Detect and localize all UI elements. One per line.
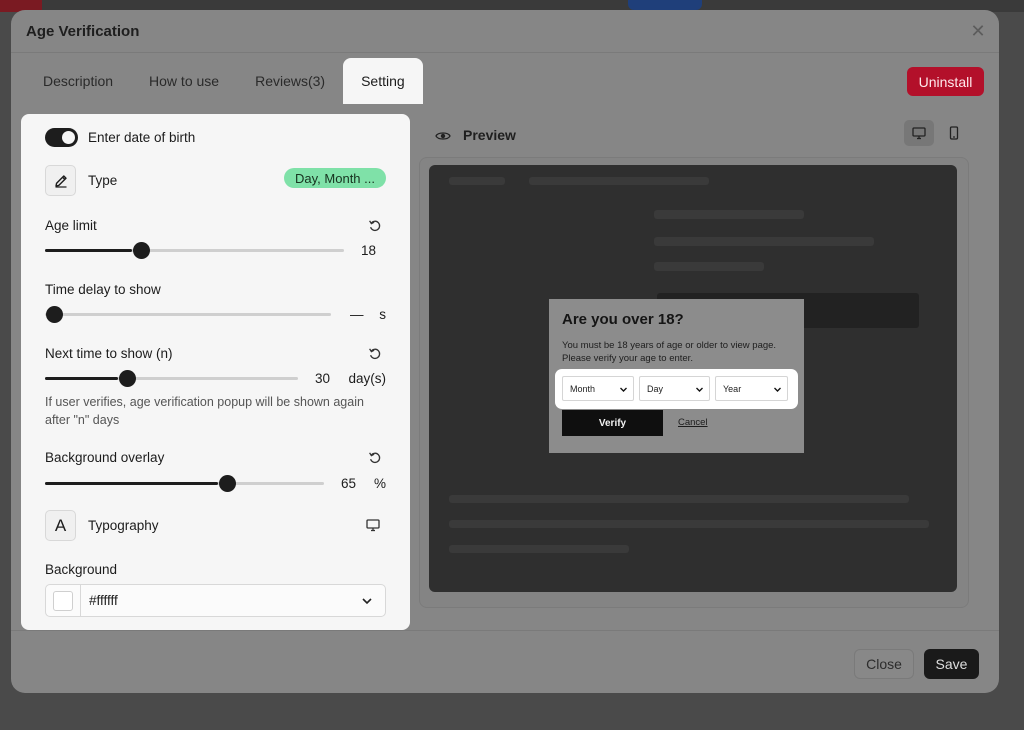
background-blue-button — [628, 0, 702, 10]
modal-header: Age Verification ✕ — [11, 10, 999, 52]
preview-canvas: Are you over 18? You must be 18 years of… — [429, 165, 957, 592]
ghost-text — [654, 210, 804, 219]
slider-fill — [45, 482, 218, 485]
reset-icon[interactable] — [368, 451, 382, 465]
slider-fill — [45, 249, 132, 252]
save-button[interactable]: Save — [924, 649, 979, 679]
time-delay-slider[interactable] — [45, 306, 331, 323]
month-select[interactable]: Month — [562, 376, 634, 401]
time-delay-label: Time delay to show — [45, 282, 161, 297]
reset-icon[interactable] — [368, 219, 382, 233]
type-label: Type — [88, 173, 118, 188]
ghost-text — [449, 495, 909, 503]
age-limit-label: Age limit — [45, 218, 97, 233]
tab-how-to-use[interactable]: How to use — [131, 58, 237, 104]
reset-icon[interactable] — [368, 347, 382, 361]
pencil-icon[interactable] — [45, 165, 76, 196]
overlay-slider[interactable] — [45, 475, 324, 492]
next-time-help-text: If user verifies, age verification popup… — [45, 395, 364, 427]
desktop-icon[interactable] — [366, 518, 380, 532]
slider-thumb[interactable] — [132, 242, 150, 259]
typography-setting: A Typography — [45, 510, 386, 541]
overlay-value: 65 — [341, 476, 357, 491]
background-label: Background — [45, 562, 118, 577]
overlay-unit: % — [373, 476, 386, 491]
header-divider — [11, 52, 999, 53]
background-setting: Background #ffffff — [45, 562, 386, 622]
time-delay-setting: Time delay to show — s — [45, 282, 386, 327]
ghost-text — [449, 177, 505, 185]
next-time-setting: Next time to show (n) 30 day(s) If user … — [45, 346, 386, 431]
tab-description[interactable]: Description — [25, 58, 131, 104]
time-delay-value: — — [350, 307, 364, 322]
day-select-label: Day — [647, 384, 664, 394]
verify-button[interactable]: Verify — [562, 410, 663, 436]
swatch-divider — [80, 585, 81, 616]
type-setting: Type Day, Month ... — [45, 165, 386, 196]
day-select[interactable]: Day — [639, 376, 710, 401]
color-swatch[interactable] — [53, 591, 73, 611]
typography-label: Typography — [88, 518, 159, 533]
typography-glyph: A — [54, 515, 67, 535]
modal-title: Age Verification — [26, 23, 140, 40]
age-limit-slider[interactable] — [45, 242, 344, 259]
next-time-unit: day(s) — [348, 371, 386, 386]
background-color-select[interactable]: #ffffff — [45, 584, 386, 617]
chevron-down-icon — [620, 387, 627, 392]
overlay-setting: Background overlay 65 % — [45, 450, 386, 495]
overlay-label: Background overlay — [45, 450, 165, 465]
age-popup: Are you over 18? You must be 18 years of… — [549, 299, 804, 453]
dob-label: Enter date of birth — [88, 130, 196, 145]
slider-fill — [45, 377, 119, 380]
popup-description: You must be 18 years of age or older to … — [562, 340, 777, 364]
preview-label: Preview — [463, 127, 516, 143]
slider-thumb[interactable] — [46, 306, 63, 323]
next-time-value: 30 — [315, 371, 331, 386]
year-select[interactable]: Year — [715, 376, 788, 401]
mobile-icon — [949, 126, 959, 140]
age-limit-value: 18 — [360, 243, 376, 258]
uninstall-button[interactable]: Uninstall — [907, 67, 984, 96]
age-verification-modal: Age Verification ✕ Description How to us… — [11, 10, 999, 693]
date-select-group: Month Day Year — [555, 369, 798, 409]
month-select-label: Month — [570, 384, 596, 394]
background-color-value: #ffffff — [89, 593, 118, 608]
year-select-label: Year — [723, 384, 742, 394]
chevron-down-icon — [696, 387, 703, 392]
cancel-link[interactable]: Cancel — [678, 417, 708, 428]
tab-reviews[interactable]: Reviews(3) — [237, 58, 343, 104]
ghost-text — [449, 520, 929, 528]
dob-toggle[interactable] — [45, 128, 78, 147]
time-delay-unit: s — [379, 307, 386, 322]
next-time-label: Next time to show (n) — [45, 346, 173, 361]
close-icon[interactable]: ✕ — [968, 21, 988, 41]
desktop-view-button[interactable] — [904, 120, 934, 146]
age-limit-setting: Age limit 18 — [45, 218, 386, 268]
chevron-down-icon — [774, 387, 781, 392]
tab-setting[interactable]: Setting — [343, 58, 423, 104]
ghost-text — [529, 177, 709, 185]
close-button[interactable]: Close — [854, 649, 914, 679]
footer-divider — [11, 630, 999, 631]
eye-icon — [435, 132, 451, 140]
type-value-badge[interactable]: Day, Month ... — [284, 168, 386, 188]
tab-bar: Description How to use Reviews(3) Settin… — [25, 58, 423, 104]
popup-title: Are you over 18? — [562, 311, 684, 328]
ghost-text — [654, 237, 874, 246]
next-time-slider[interactable] — [45, 370, 298, 387]
slider-thumb[interactable] — [119, 370, 137, 387]
mobile-view-button[interactable] — [939, 120, 969, 146]
chevron-down-icon — [362, 598, 372, 605]
ghost-text — [449, 545, 629, 553]
settings-panel: Enter date of birth Type Day, Month ... … — [21, 114, 410, 630]
dob-setting: Enter date of birth — [45, 128, 386, 148]
desktop-icon — [912, 127, 926, 140]
slider-thumb[interactable] — [218, 475, 236, 492]
typography-icon[interactable]: A — [45, 510, 76, 541]
ghost-text — [654, 262, 764, 271]
